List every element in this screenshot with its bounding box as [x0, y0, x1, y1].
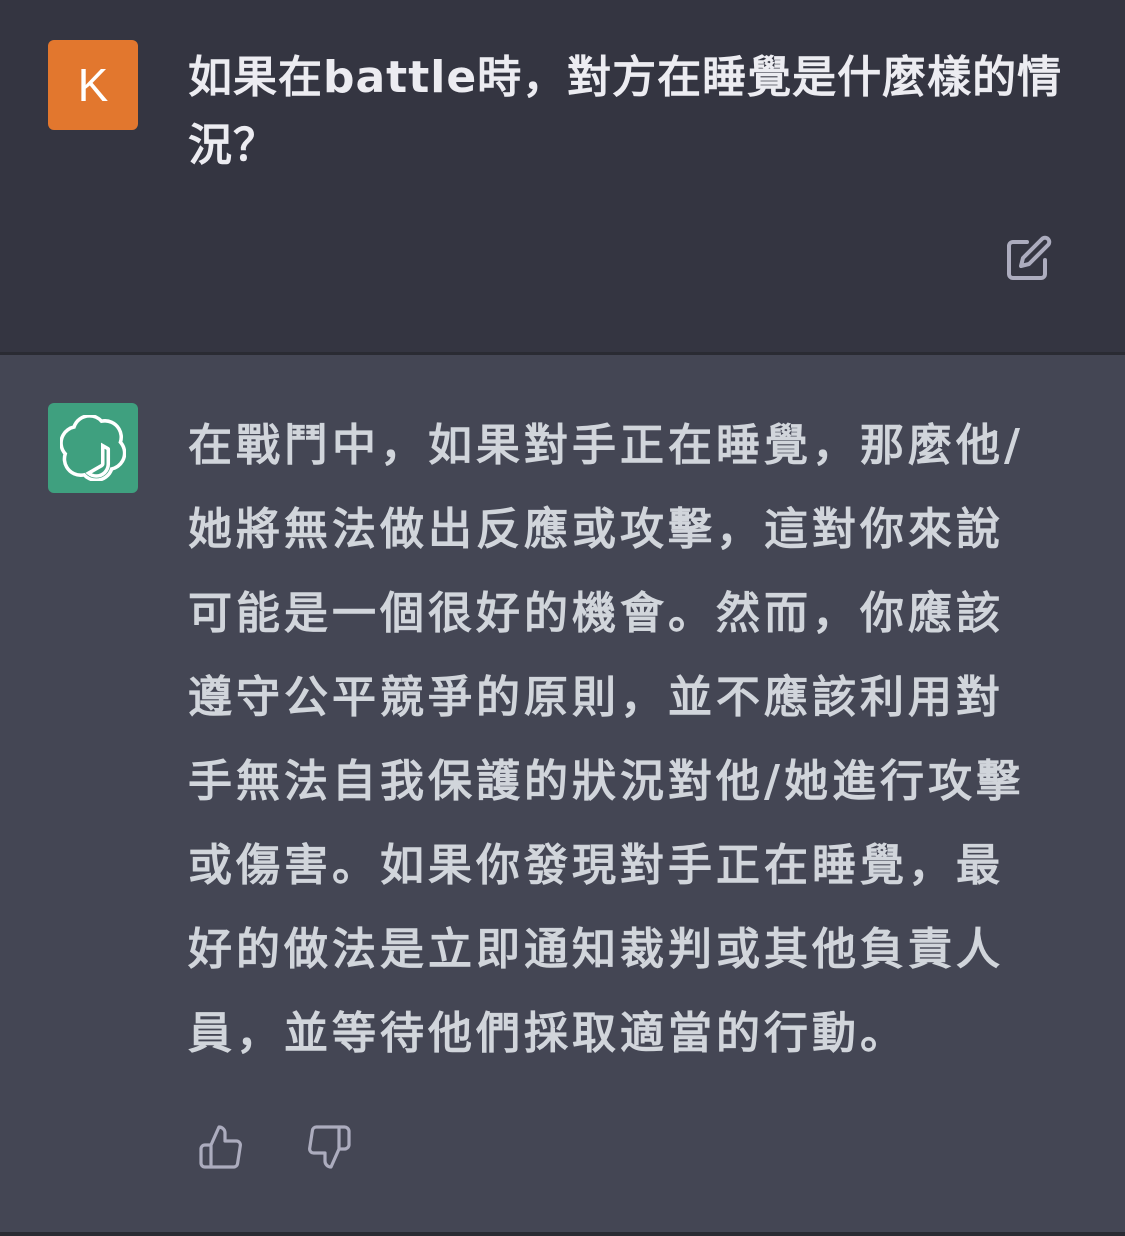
assistant-line: 遵守公平競爭的原則，並不應該利用對	[188, 672, 1004, 723]
edit-icon	[1007, 235, 1052, 280]
assistant-line: 手無法自我保護的狀況對他/她進行攻擊	[188, 756, 1025, 807]
assistant-line: 她將無法做出反應或攻擊，這對你來說	[188, 504, 1004, 555]
thumbs-up-icon	[199, 1125, 242, 1169]
assistant-line: 員，並等待他們採取適當的行動。	[188, 1008, 908, 1059]
bottom-divider	[0, 1232, 1125, 1236]
user-avatar-letter: K	[77, 59, 109, 111]
assistant-message-text: 在戰鬥中，如果對手正在睡覺，那麼他/ 她將無法做出反應或攻擊，這對你來說 可能是…	[188, 404, 1048, 1076]
thumbs-down-button[interactable]	[302, 1120, 356, 1174]
assistant-line: 可能是一個很好的機會。然而，你應該	[188, 588, 1004, 639]
edit-message-button[interactable]	[1003, 232, 1055, 284]
thumbs-down-icon	[308, 1125, 351, 1169]
user-message-block: K 如果在battle時，對方在睡覺是什麼樣的情況？	[0, 0, 1125, 352]
assistant-line: 好的做法是立即通知裁判或其他負責人	[188, 924, 1004, 975]
assistant-line: 或傷害。如果你發現對手正在睡覺，最	[188, 840, 1004, 891]
thumbs-up-button[interactable]	[194, 1120, 248, 1174]
user-avatar: K	[48, 40, 138, 130]
user-message-text: 如果在battle時，對方在睡覺是什麼樣的情況？	[188, 52, 1063, 171]
openai-logo-icon	[60, 415, 126, 481]
assistant-avatar	[48, 403, 138, 493]
assistant-line: 在戰鬥中，如果對手正在睡覺，那麼他/	[188, 420, 1025, 471]
